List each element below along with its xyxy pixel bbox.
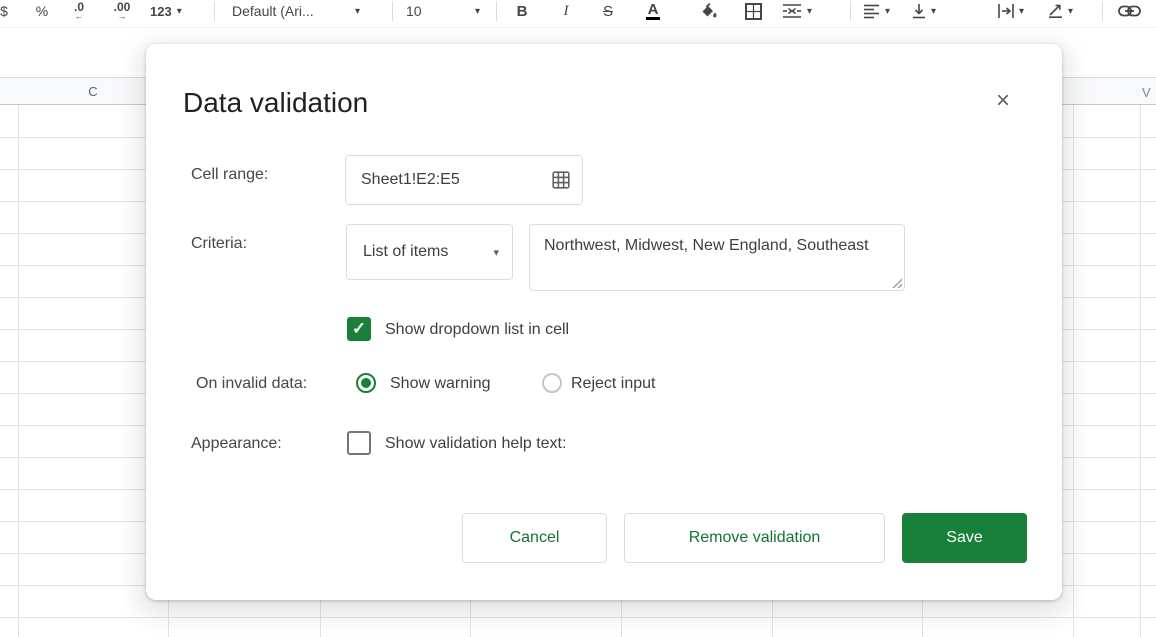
select-data-range-icon[interactable] [552, 171, 570, 189]
help-text-checkbox[interactable] [347, 431, 371, 455]
dropdown-arrow-icon: ▾ [1068, 6, 1073, 17]
toolbar-separator [850, 1, 851, 21]
decrease-decimal-button[interactable]: .0 ← [66, 0, 92, 24]
cell-range-label: Cell range: [191, 166, 268, 184]
text-wrap-icon [998, 4, 1014, 18]
save-button[interactable]: Save [902, 513, 1027, 563]
reject-input-radio[interactable] [542, 373, 562, 393]
show-warning-radio[interactable] [356, 373, 376, 393]
column-header-partial[interactable]: V [1142, 85, 1151, 100]
merge-cells-button[interactable]: ▾ [782, 0, 812, 24]
paint-bucket-icon [699, 2, 718, 20]
link-icon [1118, 5, 1141, 17]
cell-range-value: Sheet1!E2:E5 [361, 171, 552, 189]
criteria-label: Criteria: [191, 235, 247, 253]
close-button[interactable]: × [988, 86, 1018, 116]
merge-cells-icon [782, 4, 802, 18]
check-icon: ✓ [352, 319, 366, 339]
invalid-data-label: On invalid data: [196, 375, 307, 393]
font-menu[interactable]: Default (Ari... ▾ [232, 0, 360, 24]
close-icon: × [996, 87, 1010, 114]
borders-icon [745, 3, 762, 20]
currency-icon: $ [0, 3, 8, 19]
left-arrow-icon: ← [75, 11, 84, 21]
remove-validation-button[interactable]: Remove validation [624, 513, 885, 563]
appearance-label: Appearance: [191, 435, 282, 453]
criteria-items-value: Northwest, Midwest, New England, Southea… [544, 235, 888, 257]
vertical-align-icon [912, 4, 926, 19]
resize-handle[interactable] [891, 277, 902, 288]
percent-icon: % [36, 3, 48, 19]
bold-button[interactable]: B [512, 0, 532, 24]
align-left-icon [864, 4, 880, 19]
show-warning-label: Show warning [390, 375, 491, 393]
dropdown-arrow-icon: ▾ [177, 6, 182, 17]
help-text-label: Show validation help text: [385, 435, 566, 453]
toolbar-separator [496, 1, 497, 21]
criteria-type-value: List of items [363, 243, 493, 261]
cell-range-input[interactable]: Sheet1!E2:E5 [345, 155, 583, 205]
data-validation-dialog: Data validation × Cell range: Sheet1!E2:… [146, 44, 1062, 600]
reject-input-label: Reject input [571, 375, 656, 393]
toolbar-separator [214, 1, 215, 21]
dropdown-arrow-icon: ▾ [931, 6, 936, 17]
increase-decimal-button[interactable]: .00 → [106, 0, 138, 24]
format-currency-button[interactable]: $ [0, 0, 12, 24]
grid-line-horizontal [0, 617, 1156, 618]
dropdown-arrow-icon: ▾ [1019, 6, 1024, 17]
font-size-value: 10 [406, 3, 422, 19]
toolbar-separator [1102, 1, 1103, 21]
cancel-button[interactable]: Cancel [462, 513, 607, 563]
font-size-menu[interactable]: 10 ▾ [402, 0, 484, 24]
right-arrow-icon: → [118, 11, 127, 21]
strikethrough-button[interactable]: S [597, 0, 619, 24]
dropdown-arrow-icon: ▾ [355, 6, 360, 17]
insert-link-button[interactable] [1116, 0, 1142, 24]
dropdown-arrow-icon: ▾ [807, 6, 812, 17]
fill-color-button[interactable] [696, 0, 720, 24]
format-percent-button[interactable]: % [33, 0, 51, 24]
formatting-toolbar: $ % .0 ← .00 → 123 ▾ Default (Ari... ▾ 1… [0, 0, 1156, 28]
text-wrapping-button[interactable]: ▾ [998, 0, 1024, 24]
criteria-items-input[interactable]: Northwest, Midwest, New England, Southea… [529, 224, 905, 291]
text-color-button[interactable]: A [641, 0, 665, 24]
toolbar-separator [392, 1, 393, 21]
show-dropdown-checkbox[interactable]: ✓ [347, 317, 371, 341]
show-dropdown-label: Show dropdown list in cell [385, 321, 569, 339]
dialog-title: Data validation [183, 88, 368, 118]
horizontal-align-button[interactable]: ▾ [864, 0, 890, 24]
dropdown-arrow-icon: ▾ [493, 246, 499, 259]
text-rotation-icon [1048, 4, 1063, 18]
vertical-align-button[interactable]: ▾ [912, 0, 936, 24]
criteria-type-select[interactable]: List of items ▾ [346, 224, 513, 280]
dropdown-arrow-icon: ▾ [475, 6, 480, 17]
borders-button[interactable] [742, 0, 764, 24]
more-formats-button[interactable]: 123 ▾ [150, 0, 182, 24]
italic-button[interactable]: I [556, 0, 576, 24]
text-rotation-button[interactable]: ▾ [1048, 0, 1073, 24]
dropdown-arrow-icon: ▾ [885, 6, 890, 17]
